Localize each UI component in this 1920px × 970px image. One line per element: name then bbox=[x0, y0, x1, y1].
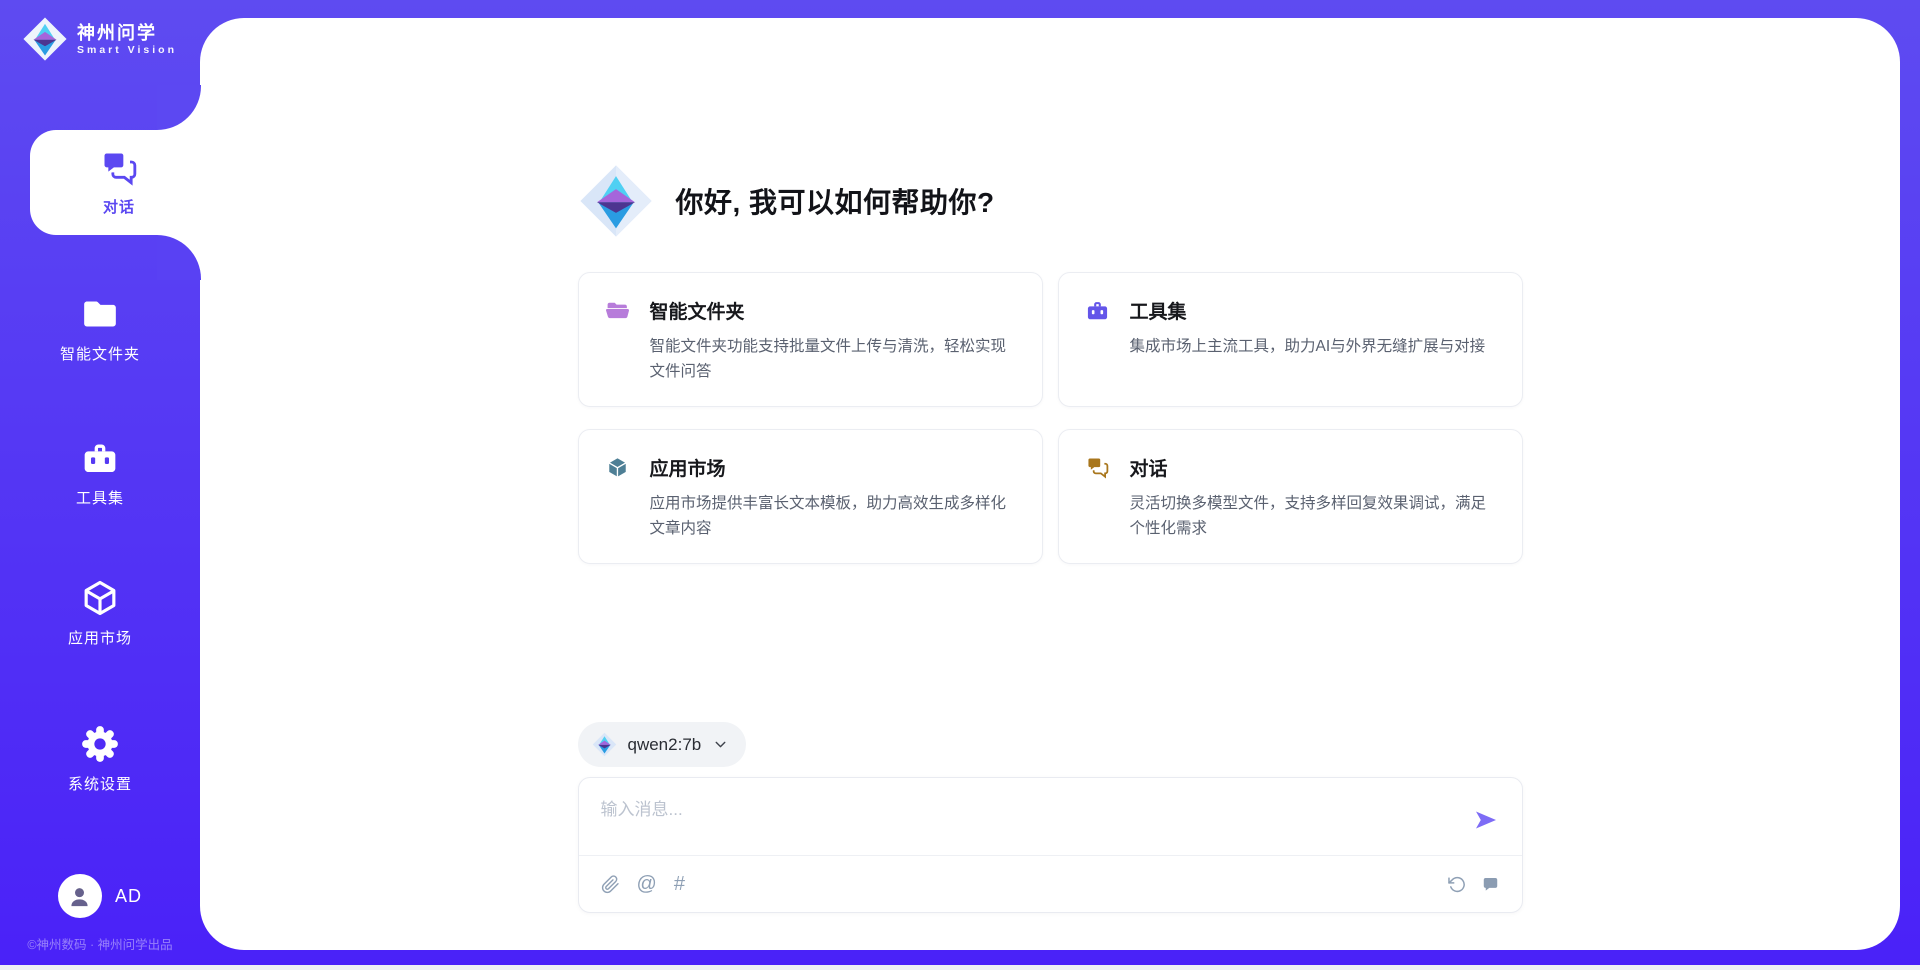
hash-icon: # bbox=[674, 873, 685, 896]
user-account[interactable]: AD bbox=[0, 874, 200, 918]
history-icon bbox=[1447, 875, 1466, 894]
sidebar-item-label: 应用市场 bbox=[68, 627, 132, 648]
brand-subtitle: Smart Vision bbox=[77, 44, 177, 56]
brand-diamond-icon bbox=[592, 732, 617, 757]
history-button[interactable] bbox=[1447, 875, 1466, 894]
message-input[interactable] bbox=[601, 795, 1410, 845]
sidebar-item-chat[interactable]: 对话 bbox=[30, 130, 208, 235]
attach-file-button[interactable] bbox=[601, 875, 620, 894]
card-title: 应用市场 bbox=[650, 454, 1016, 481]
sidebar-item-smart-folder[interactable]: 智能文件夹 bbox=[0, 294, 200, 364]
content-column: 你好, 我可以如何帮助你? 智能文件夹 智能文件夹功能支持批量文件上传与清洗，轻… bbox=[578, 18, 1523, 913]
cube-grid-icon bbox=[605, 455, 630, 480]
greeting-title: 你好, 我可以如何帮助你? bbox=[676, 181, 995, 221]
card-title: 智能文件夹 bbox=[650, 297, 1016, 324]
feature-cards: 智能文件夹 智能文件夹功能支持批量文件上传与清洗，轻松实现文件问答 工具集 集成… bbox=[578, 272, 1523, 564]
mention-button[interactable]: @ bbox=[637, 873, 657, 896]
chevron-down-icon bbox=[712, 736, 729, 753]
send-button[interactable] bbox=[1474, 808, 1498, 832]
paperclip-icon bbox=[601, 875, 620, 894]
feature-card-chat[interactable]: 对话 灵活切换多模型文件，支持多样回复效果调试，满足个性化需求 bbox=[1058, 429, 1523, 564]
greeting: 你好, 我可以如何帮助你? bbox=[578, 163, 1523, 239]
model-selector[interactable]: qwen2:7b bbox=[578, 722, 747, 767]
brand-diamond-icon bbox=[578, 163, 654, 239]
sidebar-item-app-market[interactable]: 应用市场 bbox=[0, 578, 200, 648]
chat-bubble-icon bbox=[1481, 875, 1500, 894]
composer-toolbar: @ # bbox=[579, 855, 1522, 912]
sidebar-item-label: 系统设置 bbox=[68, 773, 132, 794]
new-chat-button[interactable] bbox=[1481, 875, 1500, 894]
brand-name: 神州问学 bbox=[77, 22, 177, 45]
feature-card-app-market[interactable]: 应用市场 应用市场提供丰富长文本模板，助力高效生成多样化文章内容 bbox=[578, 429, 1043, 564]
sidebar: 神州问学 Smart Vision 对话 智能文件夹 工具集 bbox=[0, 0, 200, 970]
brand-diamond-icon bbox=[22, 16, 68, 62]
briefcase-icon bbox=[1085, 298, 1110, 323]
feature-card-smart-folder[interactable]: 智能文件夹 智能文件夹功能支持批量文件上传与清洗，轻松实现文件问答 bbox=[578, 272, 1043, 407]
card-description: 集成市场上主流工具，助力AI与外界无缝扩展与对接 bbox=[1130, 334, 1486, 359]
card-title: 工具集 bbox=[1130, 297, 1486, 324]
sidebar-footer: ©神州数码 · 神州问学出品 bbox=[0, 934, 200, 953]
sidebar-item-toolset[interactable]: 工具集 bbox=[0, 438, 200, 508]
folder-icon bbox=[80, 294, 120, 334]
person-icon bbox=[66, 883, 93, 910]
active-tab-notch-bottom bbox=[157, 235, 201, 280]
send-icon bbox=[1474, 808, 1498, 832]
cube-icon bbox=[80, 578, 120, 618]
sidebar-item-label: 工具集 bbox=[76, 487, 124, 508]
main-panel: 你好, 我可以如何帮助你? 智能文件夹 智能文件夹功能支持批量文件上传与清洗，轻… bbox=[200, 18, 1900, 950]
model-name: qwen2:7b bbox=[628, 735, 702, 755]
at-icon: @ bbox=[637, 873, 657, 896]
bottom-edge-strip bbox=[0, 965, 1920, 970]
card-title: 对话 bbox=[1130, 454, 1496, 481]
gear-icon bbox=[80, 724, 120, 764]
feature-card-toolset[interactable]: 工具集 集成市场上主流工具，助力AI与外界无缝扩展与对接 bbox=[1058, 272, 1523, 407]
user-name: AD bbox=[115, 886, 142, 907]
folder-open-icon bbox=[605, 298, 630, 323]
chat-icon bbox=[1085, 455, 1110, 480]
card-description: 灵活切换多模型文件，支持多样回复效果调试，满足个性化需求 bbox=[1130, 491, 1496, 541]
sidebar-item-label: 智能文件夹 bbox=[60, 343, 140, 364]
briefcase-icon bbox=[80, 438, 120, 478]
composer: @ # bbox=[578, 777, 1523, 913]
active-tab-notch-top bbox=[157, 85, 201, 130]
sidebar-item-settings[interactable]: 系统设置 bbox=[0, 724, 200, 794]
avatar bbox=[58, 874, 102, 918]
brand-logo: 神州问学 Smart Vision bbox=[22, 16, 177, 62]
card-description: 应用市场提供丰富长文本模板，助力高效生成多样化文章内容 bbox=[650, 491, 1016, 541]
sidebar-item-label: 对话 bbox=[103, 196, 135, 217]
topic-button[interactable]: # bbox=[674, 873, 685, 896]
chat-icon bbox=[99, 148, 139, 188]
card-description: 智能文件夹功能支持批量文件上传与清洗，轻松实现文件问答 bbox=[650, 334, 1016, 384]
